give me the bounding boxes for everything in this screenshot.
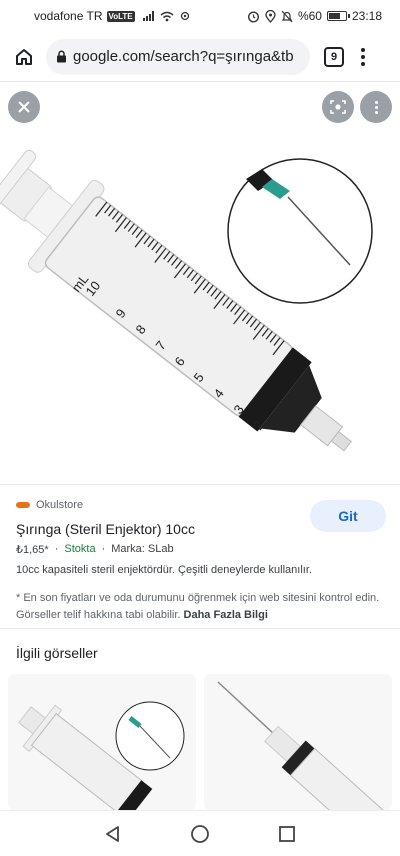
result-info: Okulstore Şırınga (Steril Enjektor) 10cc… (0, 484, 400, 623)
price: ₺1,65* (16, 544, 49, 556)
carrier-name: vodafone TR (34, 9, 103, 23)
related-images-heading: İlgili görseller (16, 645, 98, 661)
lock-icon (57, 50, 66, 63)
related-image-thumbnail[interactable] (204, 674, 392, 810)
lens-button[interactable] (322, 91, 354, 123)
needle-inset (227, 158, 373, 304)
syringe-thumbnail-image (18, 701, 185, 810)
signal-icon (142, 11, 154, 21)
address-bar[interactable]: google.com/search?q=şırınga&tb (46, 38, 310, 75)
home-icon (16, 48, 32, 65)
price-notice: * En son fiyatları ve oda durumunu öğren… (16, 590, 384, 623)
visit-button[interactable]: Git (310, 500, 386, 532)
stock-status: Stokta (64, 543, 96, 555)
battery-percent: %60 (297, 9, 322, 23)
related-image-thumbnail[interactable] (8, 674, 196, 810)
browser-menu-button[interactable] (358, 47, 368, 66)
tab-switcher-button[interactable]: 9 (324, 46, 344, 67)
more-options-button[interactable] (360, 91, 392, 123)
lens-icon (330, 100, 346, 114)
home-circle-icon[interactable] (190, 824, 210, 844)
brand: Marka: SLab (111, 543, 174, 555)
battery-icon (326, 11, 350, 21)
close-icon (18, 101, 30, 113)
image-viewer: 10 mL 9 8 7 6 5 4 3 2 (0, 83, 400, 483)
result-meta: ₺1,65* · Stokta · Marka: SLab (16, 543, 384, 556)
status-bar: vodafone TR VoLTE %60 23:18 (0, 0, 400, 32)
location-icon (265, 9, 276, 23)
meta-separator: · (101, 543, 106, 555)
volte-badge: VoLTE (106, 10, 135, 22)
browser-toolbar: google.com/search?q=şırınga&tb 9 (0, 32, 400, 82)
syringe-image[interactable]: 10 mL 9 8 7 6 5 4 3 2 (0, 83, 400, 483)
alarm-icon (247, 10, 259, 23)
wifi-icon (160, 11, 174, 21)
result-description: 10cc kapasiteli steril enjektördür. Çeşi… (16, 564, 312, 576)
system-navigation-bar (0, 810, 400, 856)
home-button[interactable] (10, 43, 38, 71)
mute-icon (281, 10, 293, 22)
close-viewer-button[interactable] (8, 91, 40, 123)
learn-more-link[interactable]: Daha Fazla Bilgi (184, 609, 268, 621)
source-name: Okulstore (36, 499, 84, 511)
meta-separator: · (54, 543, 59, 555)
recents-icon[interactable] (278, 825, 296, 843)
source-logo-icon (16, 502, 30, 508)
back-icon[interactable] (104, 825, 122, 843)
syringe-thumbnail-image (217, 681, 392, 810)
clock: 23:18 (351, 9, 382, 23)
section-divider (0, 628, 400, 629)
url-text: google.com/search?q=şırınga&tb (73, 48, 294, 65)
sync-icon (180, 11, 189, 21)
